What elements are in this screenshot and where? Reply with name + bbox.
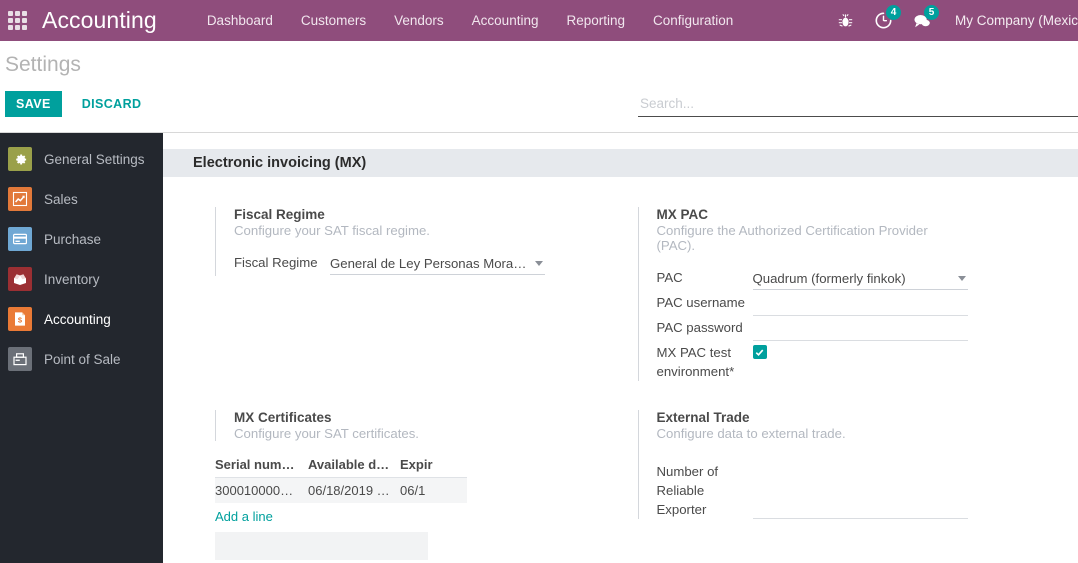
invoice-icon: $ — [8, 307, 32, 331]
cell-available-date[interactable]: 06/18/2019 … — [308, 477, 400, 503]
gear-icon — [8, 147, 32, 171]
cell-serial-number[interactable]: 30001000000… — [215, 477, 308, 503]
nav-item-vendors[interactable]: Vendors — [380, 0, 458, 41]
settings-content: Electronic invoicing (MX) Fiscal Regime … — [163, 133, 1078, 563]
setting-block-fiscal-regime: Fiscal Regime Configure your SAT fiscal … — [215, 207, 545, 276]
sidebar-item-accounting[interactable]: $ Accounting — [0, 299, 163, 339]
sidebar-label-sales: Sales — [44, 191, 78, 207]
field-row-pac-password: PAC password — [657, 317, 968, 341]
external-trade-description: Configure data to external trade. — [656, 426, 846, 441]
page-title: Settings — [5, 53, 81, 76]
mx-certificates-table: Serial num… Available d… Expir 300010000… — [215, 455, 467, 503]
control-panel: Settings SAVE DISCARD — [0, 41, 1078, 133]
setting-block-mx-pac: MX PAC Configure the Authorized Certific… — [637, 207, 968, 381]
table-header-row: Serial num… Available d… Expir — [215, 455, 467, 478]
apps-grid-icon[interactable] — [0, 0, 34, 41]
settings-column-right: MX PAC Configure the Authorized Certific… — [621, 177, 1078, 382]
settings-grid: Fiscal Regime Configure your SAT fiscal … — [163, 177, 1078, 560]
search-bar[interactable] — [638, 91, 1078, 117]
company-switcher[interactable]: My Company (Mexic — [941, 0, 1078, 41]
settings-sidebar: General Settings Sales Purchase Inventor… — [0, 133, 163, 563]
box-icon — [8, 267, 32, 291]
nav-item-accounting[interactable]: Accounting — [458, 0, 553, 41]
reliable-exporter-label: Number of Reliable Exporter — [656, 464, 719, 517]
app-brand-title[interactable]: Accounting — [42, 7, 157, 34]
sidebar-label-point-of-sale: Point of Sale — [44, 351, 121, 367]
navbar-right-tools: 4 5 My Company (Mexic — [827, 0, 1078, 41]
setting-block-external-trade: External Trade Configure data to externa… — [637, 410, 968, 519]
section-banner-electronic-invoicing: Electronic invoicing (MX) — [163, 149, 1078, 177]
mx-certificates-title: MX Certificates — [234, 410, 332, 425]
mx-pac-description: Configure the Authorized Certification P… — [656, 223, 928, 253]
register-icon — [8, 347, 32, 371]
activity-badge-count: 4 — [885, 5, 901, 20]
column-header-serial-number[interactable]: Serial num… — [215, 455, 308, 478]
top-navbar: Accounting Dashboard Customers Vendors A… — [0, 0, 1078, 41]
settings-column-right-2: External Trade Configure data to externa… — [621, 382, 1078, 560]
mx-certificates-description: Configure your SAT certificates. — [234, 426, 419, 441]
table-row[interactable]: 30001000000… 06/18/2019 … 06/1 — [215, 477, 467, 503]
sidebar-label-purchase: Purchase — [44, 231, 102, 247]
setting-block-mx-certificates: MX Certificates Configure your SAT certi… — [215, 410, 545, 441]
sidebar-item-general-settings[interactable]: General Settings — [0, 139, 163, 179]
mx-pac-test-env-label: MX PAC test environment* — [656, 345, 735, 379]
nav-item-dashboard[interactable]: Dashboard — [193, 0, 287, 41]
fiscal-regime-select[interactable]: General de Ley Personas Morales — [330, 252, 545, 275]
pac-field-label: PAC — [656, 270, 683, 285]
sidebar-label-accounting: Accounting — [44, 311, 111, 327]
column-header-available-date[interactable]: Available d… — [308, 455, 400, 478]
nav-item-reporting[interactable]: Reporting — [552, 0, 639, 41]
messages-badge-count: 5 — [923, 5, 939, 20]
pac-select[interactable]: Quadrum (formerly finkok) — [752, 267, 968, 290]
fiscal-regime-title: Fiscal Regime — [234, 207, 325, 222]
cell-expiration[interactable]: 06/1 — [400, 477, 467, 503]
fiscal-regime-description: Configure your SAT fiscal regime. — [234, 223, 430, 238]
chevron-down-icon — [957, 276, 966, 281]
external-trade-title: External Trade — [656, 410, 750, 425]
pac-username-label: PAC username — [656, 295, 745, 310]
column-header-expiration[interactable]: Expir — [400, 455, 467, 478]
activity-clock-icon[interactable]: 4 — [865, 0, 903, 41]
mx-pac-test-env-checkbox[interactable] — [752, 345, 767, 359]
discard-button[interactable]: DISCARD — [71, 91, 153, 117]
sidebar-item-inventory[interactable]: Inventory — [0, 259, 163, 299]
nav-item-customers[interactable]: Customers — [287, 0, 380, 41]
field-row-reliable-exporter: Number of Reliable Exporter — [657, 461, 968, 519]
mx-pac-title: MX PAC — [656, 207, 709, 222]
field-row-pac-username: PAC username — [657, 292, 968, 316]
pac-username-input[interactable] — [752, 294, 968, 316]
reliable-exporter-input[interactable] — [752, 497, 968, 519]
pac-password-label: PAC password — [656, 320, 743, 335]
sidebar-item-point-of-sale[interactable]: Point of Sale — [0, 339, 163, 379]
card-icon — [8, 227, 32, 251]
sidebar-item-sales[interactable]: Sales — [0, 179, 163, 219]
fiscal-regime-field-label: Fiscal Regime — [234, 255, 318, 270]
section-title: Electronic invoicing (MX) — [193, 155, 367, 171]
messages-chat-icon[interactable]: 5 — [903, 0, 941, 41]
pac-selected-value: Quadrum (formerly finkok) — [752, 270, 906, 286]
field-row-mx-pac-test-env: MX PAC test environment* — [657, 342, 968, 381]
nav-item-configuration[interactable]: Configuration — [639, 0, 747, 41]
navbar-menu: Dashboard Customers Vendors Accounting R… — [193, 0, 748, 41]
save-button[interactable]: SAVE — [5, 91, 62, 117]
chevron-down-icon — [535, 261, 543, 266]
settings-column-left-2: MX Certificates Configure your SAT certi… — [163, 382, 621, 560]
field-row-fiscal-regime: Fiscal Regime General de Ley Personas Mo… — [234, 252, 545, 276]
fiscal-regime-selected-value: General de Ley Personas Morales — [330, 255, 529, 271]
search-input[interactable] — [638, 91, 1078, 115]
settings-column-left: Fiscal Regime Configure your SAT fiscal … — [163, 177, 621, 382]
settings-action-buttons: SAVE DISCARD — [5, 91, 152, 117]
field-row-pac: PAC Quadrum (formerly finkok) — [657, 267, 968, 291]
chart-line-icon — [8, 187, 32, 211]
sidebar-label-general-settings: General Settings — [44, 151, 145, 167]
pac-password-input[interactable] — [752, 319, 968, 341]
table-footer-filler — [215, 532, 428, 560]
add-a-line-link[interactable]: Add a line — [215, 509, 621, 524]
bug-icon[interactable] — [827, 0, 865, 41]
sidebar-label-inventory: Inventory — [44, 271, 100, 287]
sidebar-item-purchase[interactable]: Purchase — [0, 219, 163, 259]
